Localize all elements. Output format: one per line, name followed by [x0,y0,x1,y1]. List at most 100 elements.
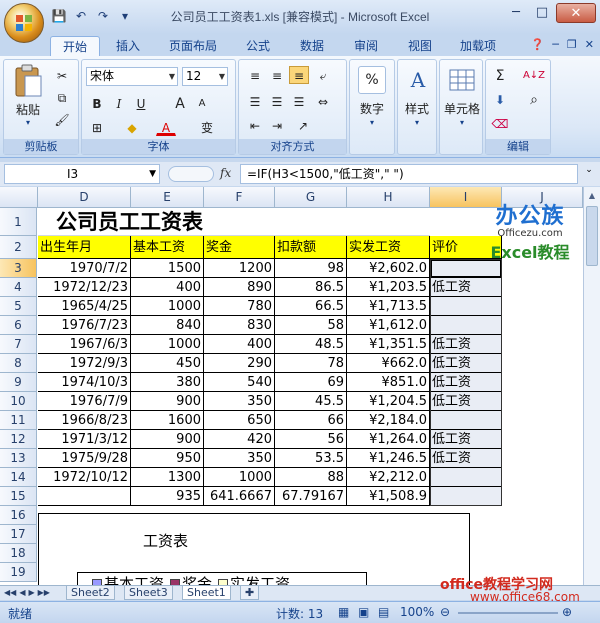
last-sheet-icon[interactable]: ▶▶ [38,586,50,600]
wb-close-icon[interactable]: ✕ [585,38,594,51]
data-cell[interactable] [38,487,131,506]
data-cell[interactable]: 830 [204,316,275,335]
data-cell[interactable]: 900 [131,430,204,449]
data-cell[interactable]: ¥1,246.5 [347,449,430,468]
wb-minimize-icon[interactable]: ─ [552,38,559,51]
data-cell[interactable]: 1971/3/12 [38,430,131,449]
data-cell[interactable]: 290 [204,354,275,373]
header-cell[interactable]: 基本工资 [131,236,204,259]
column-header[interactable]: G [275,187,347,208]
decrease-indent-icon[interactable]: ⇤ [245,116,265,134]
font-name-select[interactable]: 宋体 ▼ [86,67,178,86]
evaluation-cell[interactable]: 低工资 [430,392,502,411]
data-cell[interactable]: 1965/4/25 [38,297,131,316]
italic-button[interactable]: I [109,94,129,112]
data-cell[interactable]: 98 [275,259,347,278]
evaluation-cell[interactable]: 低工资 [430,278,502,297]
data-cell[interactable]: 1200 [204,259,275,278]
data-cell[interactable]: 1000 [204,468,275,487]
data-cell[interactable]: ¥2,602.0 [347,259,430,278]
salary-chart[interactable]: 工资表 基本工资 奖金 实发工资 [38,513,470,585]
data-cell[interactable]: 450 [131,354,204,373]
header-cell[interactable]: 出生年月 [38,236,131,259]
data-cell[interactable]: 400 [204,335,275,354]
data-cell[interactable]: 53.5 [275,449,347,468]
data-cell[interactable]: 840 [131,316,204,335]
font-size-select[interactable]: 12 ▼ [182,67,228,86]
row-header[interactable]: 7 [0,335,37,354]
row-header[interactable]: 19 [0,563,37,582]
row-header[interactable]: 15 [0,487,37,506]
align-top-icon[interactable]: ≡ [245,66,265,84]
row-header[interactable]: 6 [0,316,37,335]
phonetic-button[interactable]: 变 [194,118,220,136]
data-cell[interactable]: 48.5 [275,335,347,354]
row-header[interactable]: 16 [0,506,37,525]
data-cell[interactable]: ¥1,203.5 [347,278,430,297]
data-cell[interactable]: 1975/9/28 [38,449,131,468]
evaluation-cell[interactable]: 低工资 [430,430,502,449]
formula-bar-resize-handle[interactable] [168,166,214,182]
close-icon[interactable]: ✕ [556,3,596,23]
shrink-font-button[interactable]: A [192,94,212,112]
sheet-tab-active[interactable]: Sheet1 [182,586,231,600]
data-cell[interactable]: 78 [275,354,347,373]
row-header[interactable]: 12 [0,430,37,449]
data-cell[interactable]: 1300 [131,468,204,487]
bold-button[interactable]: B [87,94,107,112]
data-cell[interactable]: ¥2,212.0 [347,468,430,487]
data-cell[interactable]: 1966/8/23 [38,411,131,430]
data-cell[interactable]: 1976/7/9 [38,392,131,411]
data-cell[interactable]: 890 [204,278,275,297]
row-header[interactable]: 14 [0,468,37,487]
insert-function-icon[interactable]: fx [220,166,231,180]
data-cell[interactable]: 540 [204,373,275,392]
merge-center-icon[interactable]: ⇔ [313,92,333,110]
tab-view[interactable]: 视图 [398,36,442,56]
tab-data[interactable]: 数据 [290,36,334,56]
data-cell[interactable]: 1972/12/23 [38,278,131,297]
tab-home[interactable]: 开始 [50,36,100,56]
page-layout-view-icon[interactable]: ▣ [358,605,369,619]
data-cell[interactable]: 780 [204,297,275,316]
column-header[interactable]: F [204,187,275,208]
evaluation-cell[interactable]: 低工资 [430,335,502,354]
column-header[interactable]: H [347,187,430,208]
wb-restore-icon[interactable]: ❐ [567,38,577,51]
sheet-tab[interactable]: Sheet3 [124,586,173,600]
data-cell[interactable]: 950 [131,449,204,468]
row-header[interactable]: 3 [0,259,37,278]
office-button[interactable] [4,3,44,43]
data-cell[interactable]: 1600 [131,411,204,430]
header-cell[interactable]: 实发工资 [347,236,430,259]
data-cell[interactable]: 1970/7/2 [38,259,131,278]
font-color-icon[interactable]: A [156,118,176,136]
underline-button[interactable]: U [131,94,151,112]
minimize-icon[interactable]: ─ [504,3,528,23]
data-cell[interactable]: ¥1,713.5 [347,297,430,316]
evaluation-cell[interactable] [430,487,502,506]
data-cell[interactable]: 1967/6/3 [38,335,131,354]
row-header[interactable]: 13 [0,449,37,468]
data-cell[interactable]: 900 [131,392,204,411]
column-header[interactable]: D [38,187,131,208]
data-cell[interactable]: 1000 [131,335,204,354]
data-cell[interactable]: 88 [275,468,347,487]
data-cell[interactable]: 641.6667 [204,487,275,506]
find-select-icon[interactable]: ⌕ [520,90,548,108]
data-cell[interactable]: ¥1,508.9 [347,487,430,506]
data-cell[interactable]: ¥1,264.0 [347,430,430,449]
data-cell[interactable]: 400 [131,278,204,297]
autosum-icon[interactable]: Σ [490,66,510,84]
evaluation-cell[interactable]: 低工资 [430,449,502,468]
format-painter-icon[interactable]: 🖌 [52,110,72,128]
evaluation-cell[interactable] [430,316,502,335]
data-cell[interactable]: ¥1,351.5 [347,335,430,354]
name-box[interactable]: I3 ▼ [4,164,160,184]
cells-group[interactable]: 单元格 ▾ [439,59,483,155]
zoom-out-icon[interactable]: ⊖ [440,605,450,619]
row-header[interactable]: 9 [0,373,37,392]
row-header[interactable]: 18 [0,544,37,563]
tab-addins[interactable]: 加载项 [450,36,506,56]
zoom-slider[interactable] [458,612,558,614]
